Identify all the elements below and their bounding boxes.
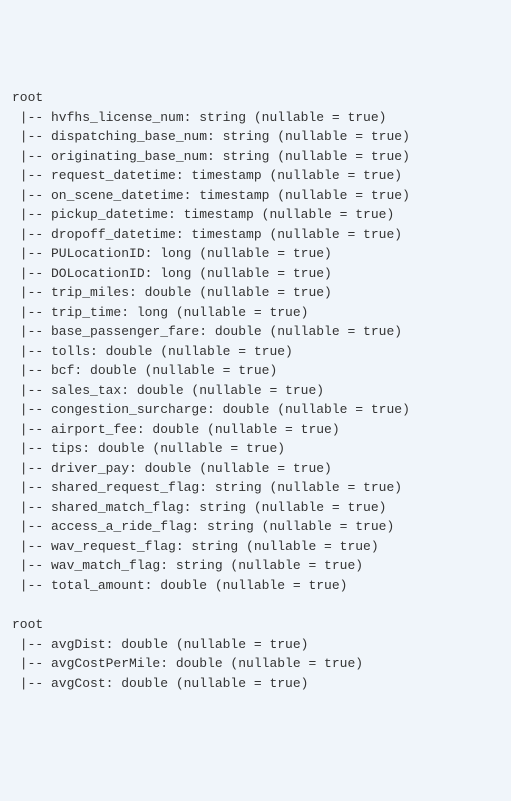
schema-field-row: |-- originating_base_num: string (nullab… [12,147,499,167]
schema-field-row: |-- airport_fee: double (nullable = true… [12,420,499,440]
schema-field-row: |-- shared_match_flag: string (nullable … [12,498,499,518]
schema-field-row: |-- dropoff_datetime: timestamp (nullabl… [12,225,499,245]
schema-root-label: root [12,615,499,635]
schema-field-row: |-- tips: double (nullable = true) [12,439,499,459]
schema-field-row: |-- wav_request_flag: string (nullable =… [12,537,499,557]
schema-field-row: |-- request_datetime: timestamp (nullabl… [12,166,499,186]
schema-field-row: |-- access_a_ride_flag: string (nullable… [12,517,499,537]
schema-field-row: |-- PULocationID: long (nullable = true) [12,244,499,264]
schema-field-row: |-- avgCost: double (nullable = true) [12,674,499,694]
schema-field-row: |-- total_amount: double (nullable = tru… [12,576,499,596]
schema-field-row: |-- trip_time: long (nullable = true) [12,303,499,323]
schema-field-row: |-- shared_request_flag: string (nullabl… [12,478,499,498]
schema-field-row: |-- avgCostPerMile: double (nullable = t… [12,654,499,674]
schema-field-row: |-- on_scene_datetime: timestamp (nullab… [12,186,499,206]
schema-field-row: |-- congestion_surcharge: double (nullab… [12,400,499,420]
schema-field-row: |-- pickup_datetime: timestamp (nullable… [12,205,499,225]
schema-field-row: |-- sales_tax: double (nullable = true) [12,381,499,401]
schema-field-row: |-- tolls: double (nullable = true) [12,342,499,362]
schema-field-row: |-- bcf: double (nullable = true) [12,361,499,381]
schema-field-row: |-- driver_pay: double (nullable = true) [12,459,499,479]
schema-field-row: |-- base_passenger_fare: double (nullabl… [12,322,499,342]
schema-spacer [12,595,499,615]
schema-root-label: root [12,88,499,108]
schema-field-row: |-- trip_miles: double (nullable = true) [12,283,499,303]
schema-field-row: |-- dispatching_base_num: string (nullab… [12,127,499,147]
schema-field-row: |-- avgDist: double (nullable = true) [12,635,499,655]
schema-field-row: |-- hvfhs_license_num: string (nullable … [12,108,499,128]
schema-field-row: |-- DOLocationID: long (nullable = true) [12,264,499,284]
schema-output: root |-- hvfhs_license_num: string (null… [12,88,499,693]
